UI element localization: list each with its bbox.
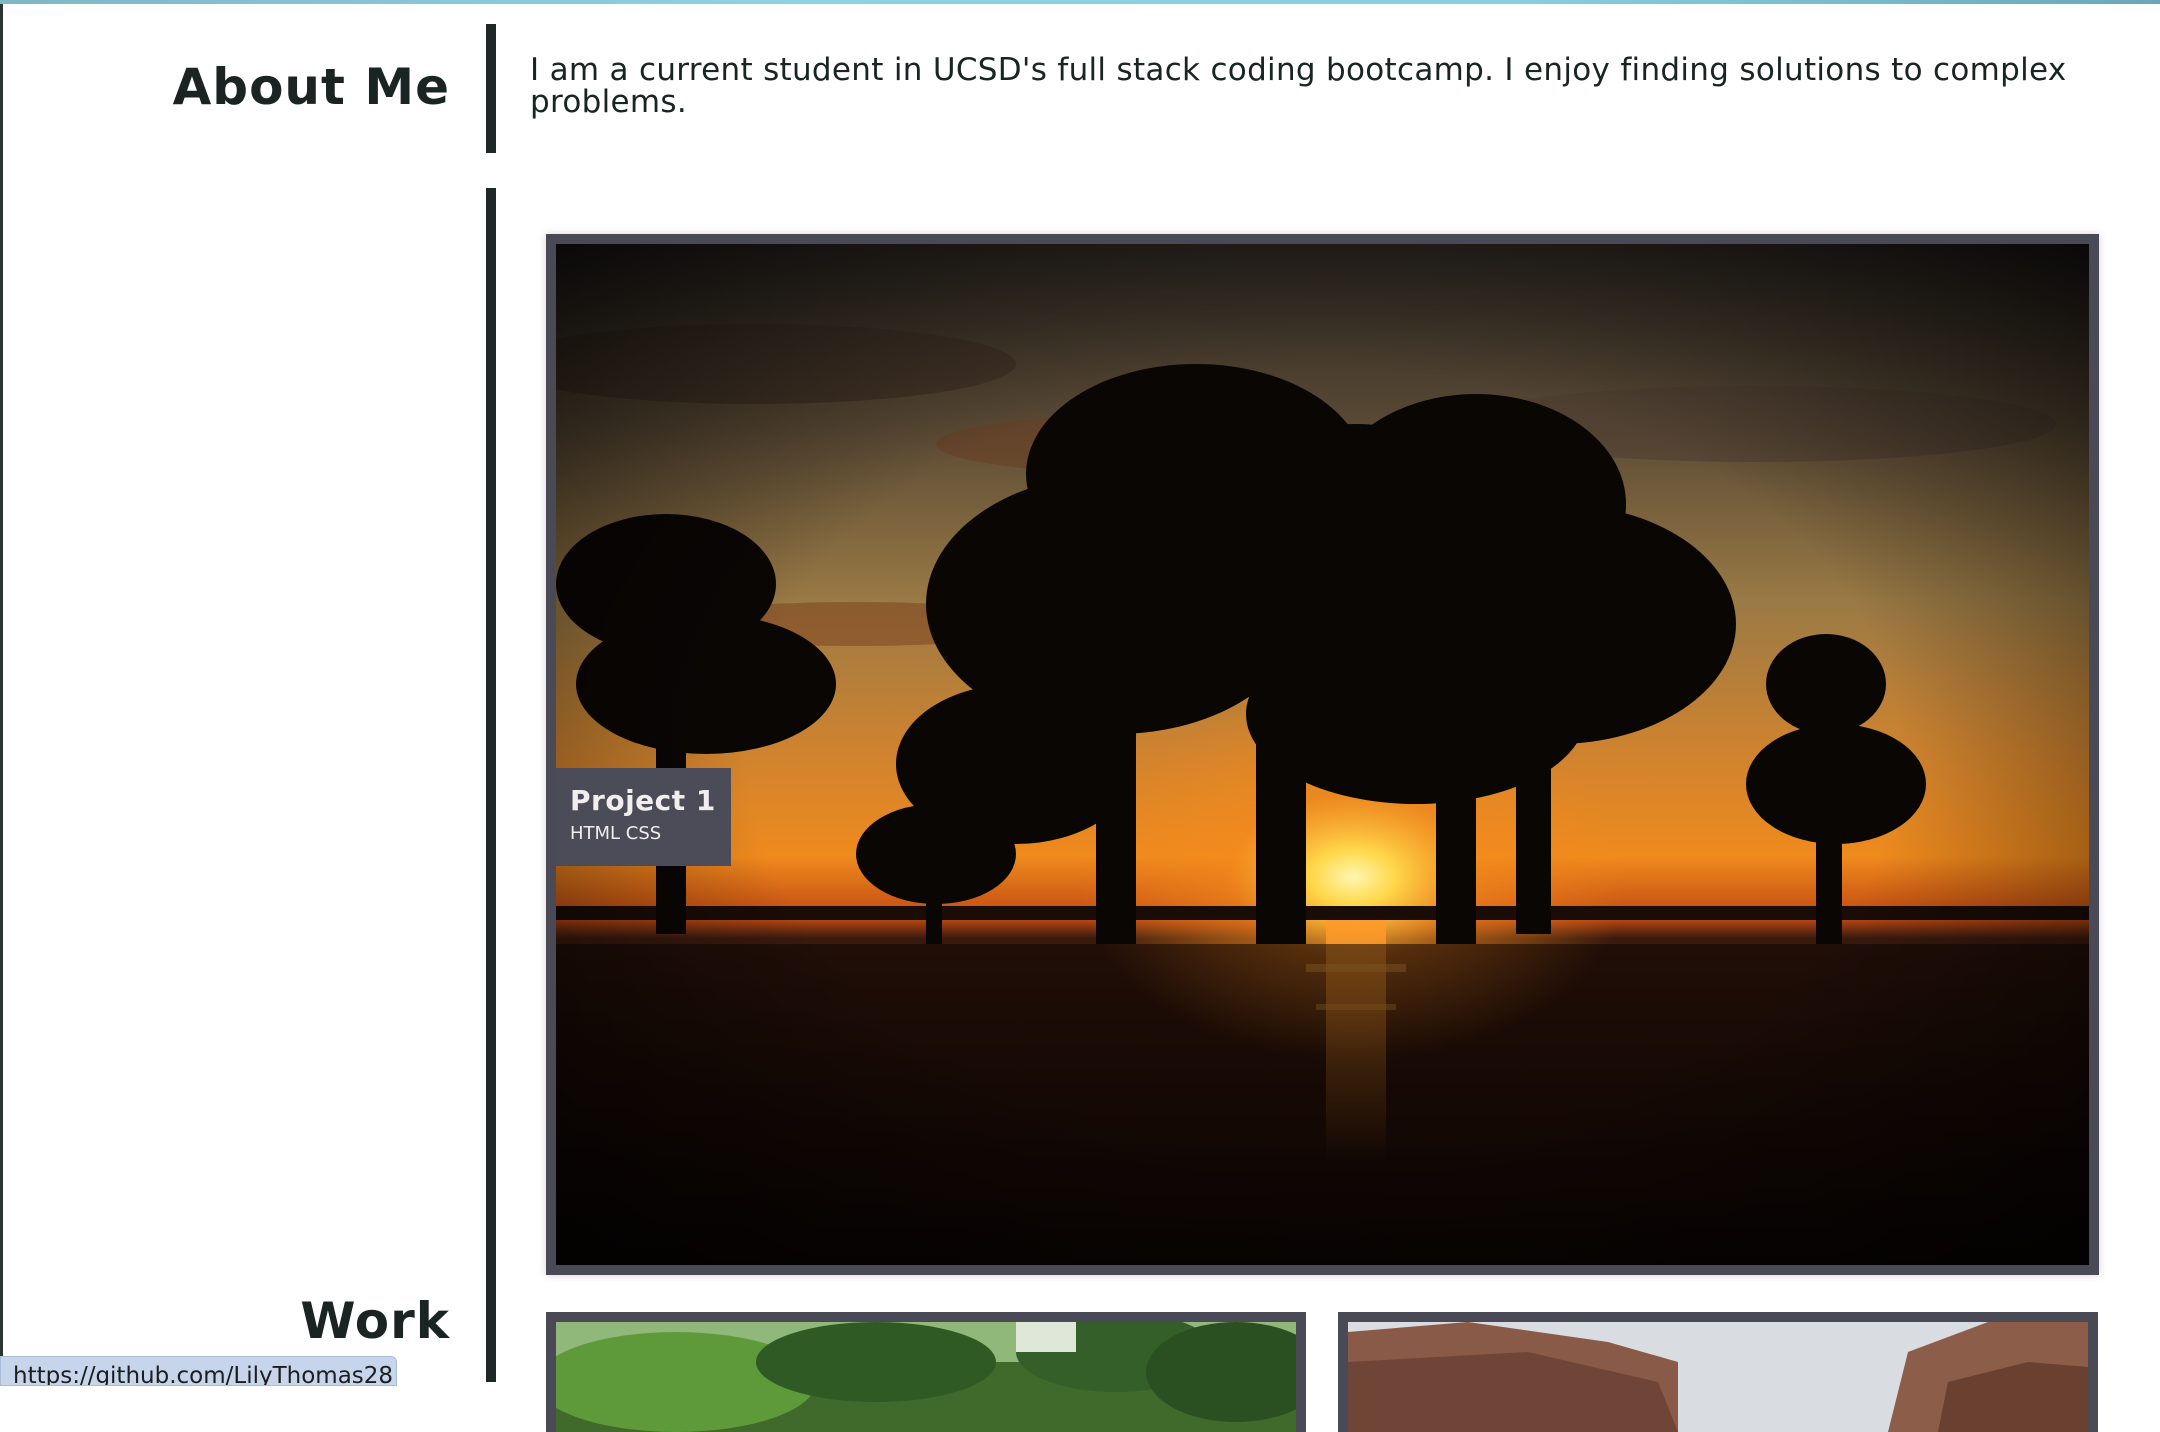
project-1-image	[556, 244, 2089, 1265]
project-1-tech: HTML CSS	[570, 823, 662, 844]
page-left-border	[0, 4, 3, 1382]
project-1-label: Project 1 HTML CSS	[556, 768, 731, 866]
project-1-card[interactable]: Project 1 HTML CSS	[546, 234, 2099, 1275]
project-2-image	[556, 1322, 1296, 1432]
work-heading: Work	[300, 1292, 450, 1350]
about-text: I am a current student in UCSD's full st…	[530, 52, 2067, 120]
project-2-card[interactable]	[546, 1312, 1306, 1432]
project-3-image	[1348, 1322, 2088, 1432]
work-divider	[486, 188, 496, 1382]
about-heading: About Me	[172, 58, 450, 116]
about-divider	[486, 24, 496, 153]
project-3-card[interactable]	[1338, 1312, 2098, 1432]
top-accent-strip	[0, 0, 2160, 4]
project-1-title: Project 1	[570, 784, 716, 817]
